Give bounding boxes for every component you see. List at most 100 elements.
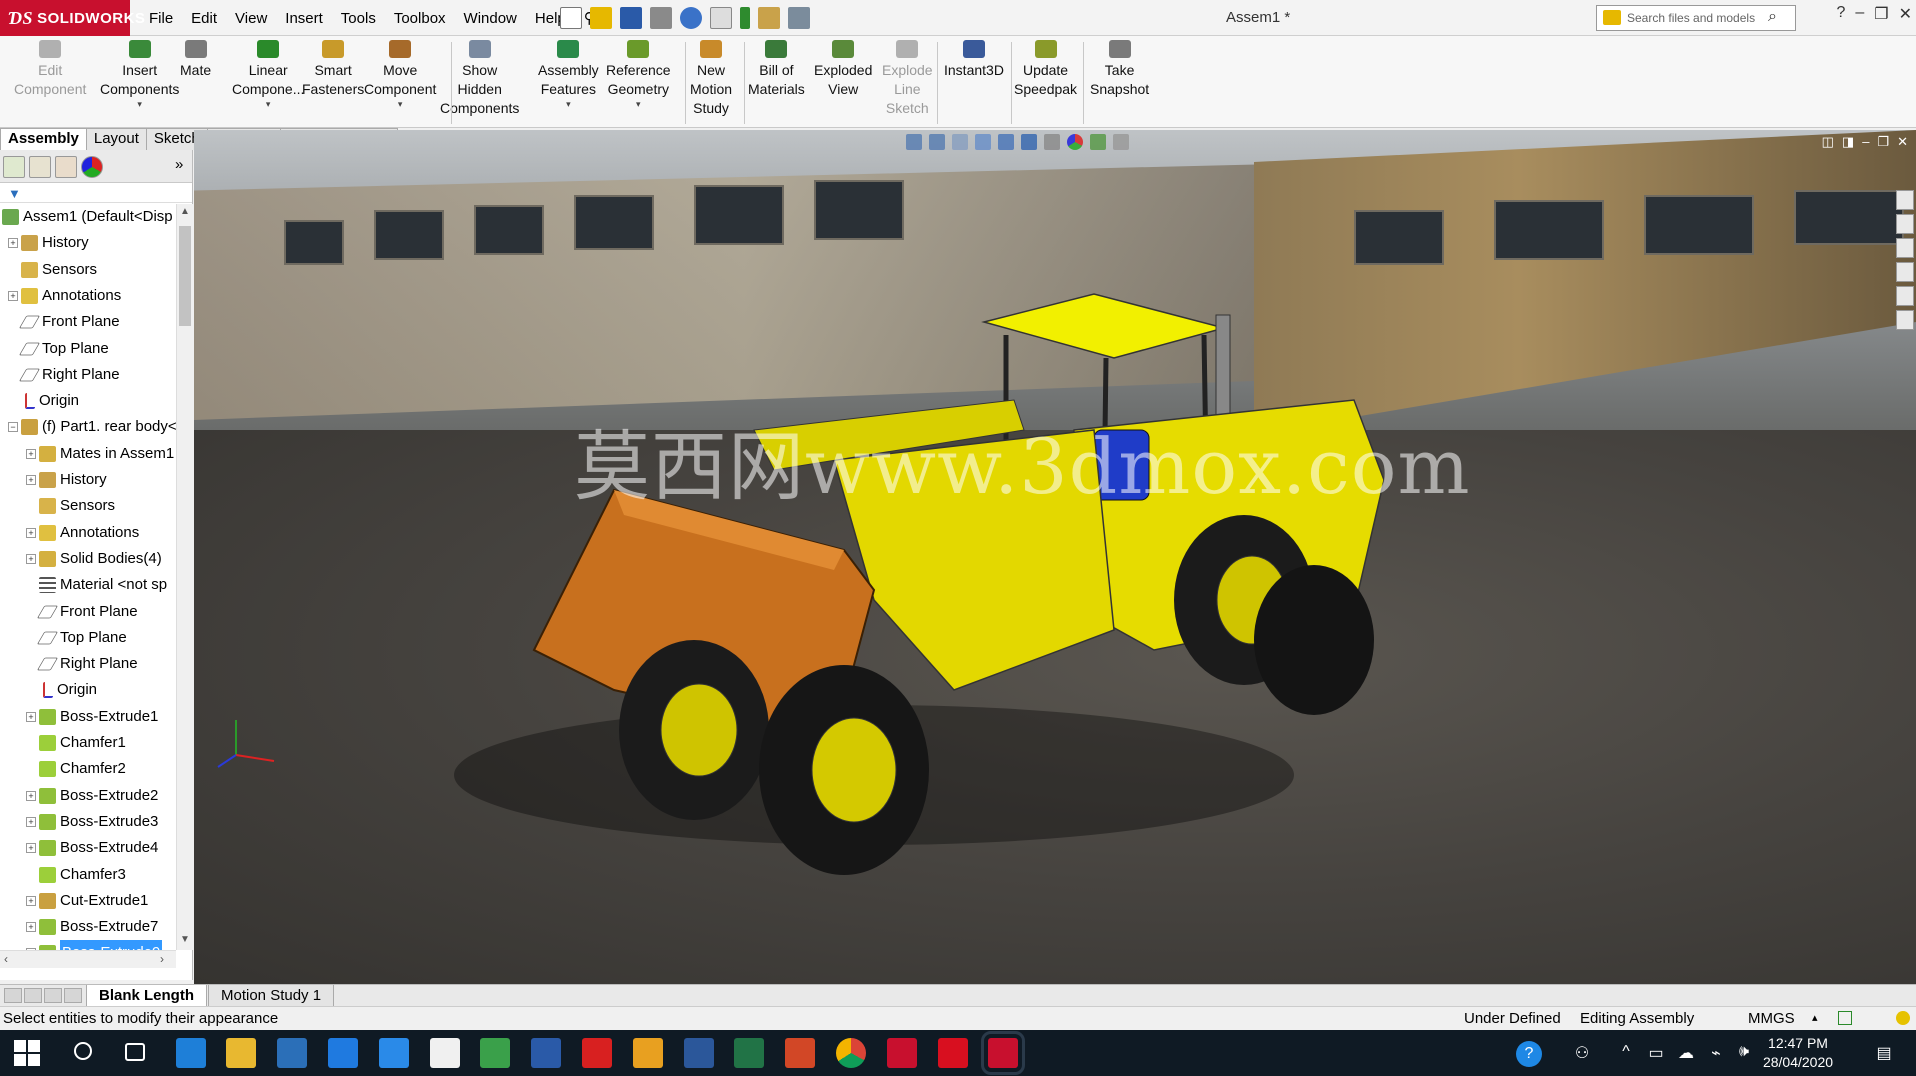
tree-expander-icon[interactable]: −: [8, 422, 18, 433]
tree-expander-icon[interactable]: +: [26, 816, 36, 827]
tree-node[interactable]: + Boss-Extrude4: [26, 835, 158, 861]
undo-icon[interactable]: [680, 7, 702, 29]
menu-view[interactable]: View: [226, 10, 276, 27]
battery-icon[interactable]: ▭: [1646, 1043, 1666, 1063]
assembly-features-button[interactable]: Assembly Features ▾: [538, 40, 599, 109]
tile-horizontal-icon[interactable]: ◫: [1822, 134, 1834, 150]
instant3d-button[interactable]: Instant3D: [944, 40, 1004, 80]
menu-window[interactable]: Window: [455, 10, 526, 27]
visual-studio-icon[interactable]: [378, 1038, 409, 1068]
close-icon[interactable]: ✕: [1899, 4, 1912, 24]
help-tray-icon[interactable]: ?: [1516, 1041, 1542, 1067]
mate-button[interactable]: Mate: [180, 40, 211, 80]
zoom-to-area-icon[interactable]: [929, 134, 945, 150]
tree-node[interactable]: + Cut-Extrude1: [26, 888, 148, 914]
powerpoint-icon[interactable]: [785, 1038, 816, 1068]
restore-icon[interactable]: ❐: [1874, 4, 1888, 24]
tab-motion-study-1[interactable]: Motion Study 1: [208, 985, 335, 1007]
feature-tree-tab-icon[interactable]: [3, 156, 25, 178]
show-hidden-icons-icon[interactable]: ^: [1616, 1043, 1636, 1063]
prev-tab-icon[interactable]: [24, 988, 42, 1003]
search-input[interactable]: Search files and models ⌕: [1596, 5, 1796, 31]
oracle-icon[interactable]: [582, 1038, 612, 1068]
wheel-front-left[interactable]: [619, 640, 769, 820]
unit-system-selector[interactable]: MMGS: [1748, 1007, 1795, 1030]
minimize-icon[interactable]: –: [1855, 4, 1864, 24]
bill-of-materials-button[interactable]: Bill of Materials: [748, 40, 805, 99]
tree-node[interactable]: − (f) Part1. rear body<: [8, 414, 176, 440]
update-speedpak-button[interactable]: Update Speedpak: [1014, 40, 1077, 99]
move-component-button[interactable]: Move Component ▾: [364, 40, 436, 109]
tree-expander-icon[interactable]: +: [26, 527, 36, 538]
explode-line-sketch-button[interactable]: Explode Line Sketch: [882, 40, 933, 118]
tree-node[interactable]: Assem1 (Default<Disp: [2, 204, 173, 230]
scroll-up-icon[interactable]: ▲: [180, 206, 190, 217]
task-view-icon[interactable]: [124, 1043, 145, 1061]
edge-icon[interactable]: [175, 1038, 206, 1068]
tree-node[interactable]: Origin: [26, 677, 97, 703]
viewport-restore-icon[interactable]: ❐: [1877, 134, 1889, 150]
expand-tabs-icon[interactable]: »: [175, 156, 183, 173]
word-icon[interactable]: [683, 1038, 714, 1068]
windows-start-icon[interactable]: [14, 1040, 40, 1066]
customize-status-icon[interactable]: [1838, 1011, 1852, 1025]
tree-node[interactable]: Sensors: [8, 257, 97, 283]
last-tab-icon[interactable]: [64, 988, 82, 1003]
menu-tools[interactable]: Tools: [332, 10, 385, 27]
upwork-icon[interactable]: [480, 1038, 511, 1068]
section-view-icon[interactable]: [975, 134, 991, 150]
property-manager-tab-icon[interactable]: [29, 156, 51, 178]
tree-node[interactable]: + Boss-Extrude3: [26, 809, 158, 835]
display-manager-tab-icon[interactable]: [81, 156, 103, 178]
tree-node[interactable]: Chamfer2: [26, 756, 126, 782]
tree-node[interactable]: Top Plane: [26, 625, 127, 651]
tree-node[interactable]: + Solid Bodies(4): [26, 546, 162, 572]
mail-icon[interactable]: [429, 1038, 460, 1068]
scroll-thumb[interactable]: [179, 226, 191, 326]
reference-geometry-dropdown-icon[interactable]: ▾: [636, 99, 641, 109]
display-style-icon[interactable]: [1021, 134, 1037, 150]
next-tab-icon[interactable]: [44, 988, 62, 1003]
tree-node[interactable]: + Annotations: [26, 520, 139, 546]
open-icon[interactable]: [590, 7, 612, 29]
tree-expander-icon[interactable]: +: [8, 238, 18, 249]
scroll-right-icon[interactable]: ›: [160, 952, 164, 966]
first-tab-icon[interactable]: [4, 988, 22, 1003]
wheel-rear-right[interactable]: [1254, 565, 1374, 715]
tree-vertical-scrollbar[interactable]: ▲ ▼: [176, 204, 193, 950]
insert-components-dropdown-icon[interactable]: ▾: [137, 99, 142, 109]
unit-system-arrow[interactable]: ▴: [1812, 1007, 1818, 1030]
tree-node[interactable]: Front Plane: [8, 309, 120, 335]
volume-icon[interactable]: 🕪: [1734, 1043, 1754, 1063]
file-explorer-pane-icon[interactable]: [1896, 238, 1914, 258]
save-icon[interactable]: [620, 7, 642, 29]
store-icon[interactable]: [277, 1038, 308, 1068]
tree-node[interactable]: + Annotations: [8, 283, 121, 309]
tree-node[interactable]: + History: [8, 230, 89, 256]
wheel-loader-model[interactable]: [194, 130, 1916, 985]
tree-node[interactable]: Top Plane: [8, 336, 109, 362]
viewport-minimize-icon[interactable]: –: [1862, 134, 1869, 150]
linear-compone-dropdown-icon[interactable]: ▾: [266, 99, 271, 109]
tree-expander-icon[interactable]: +: [26, 475, 36, 485]
scroll-down-icon[interactable]: ▼: [180, 934, 190, 945]
tree-node[interactable]: Chamfer1: [26, 730, 126, 756]
appearances-icon[interactable]: [1896, 286, 1914, 306]
tab-assembly[interactable]: Assembly: [0, 128, 87, 150]
menu-insert[interactable]: Insert: [276, 10, 332, 27]
edit-component-button[interactable]: Edit Component: [14, 40, 86, 99]
canopy-roof[interactable]: [981, 293, 1227, 359]
dropbox-icon[interactable]: [328, 1038, 358, 1068]
solidworks-logo[interactable]: ƊS SOLIDWORKS: [0, 0, 145, 36]
tree-node[interactable]: Chamfer3: [26, 862, 126, 888]
smart-fasteners-button[interactable]: Smart Fasteners: [302, 40, 364, 99]
action-center-icon[interactable]: ▤: [1874, 1043, 1894, 1063]
tree-node[interactable]: Right Plane: [26, 651, 138, 677]
onedrive-icon[interactable]: ☁: [1676, 1043, 1696, 1063]
tree-node[interactable]: + History: [26, 467, 107, 493]
graphics-area[interactable]: 莫西网www.3dmox.com ◫ ◨ – ❐ ✕: [194, 130, 1916, 985]
tab-layout[interactable]: Layout: [85, 128, 147, 150]
wheel-front-right[interactable]: [759, 665, 929, 875]
tree-node[interactable]: + Mates in Assem1: [26, 441, 174, 467]
file-properties-icon[interactable]: [758, 7, 780, 29]
